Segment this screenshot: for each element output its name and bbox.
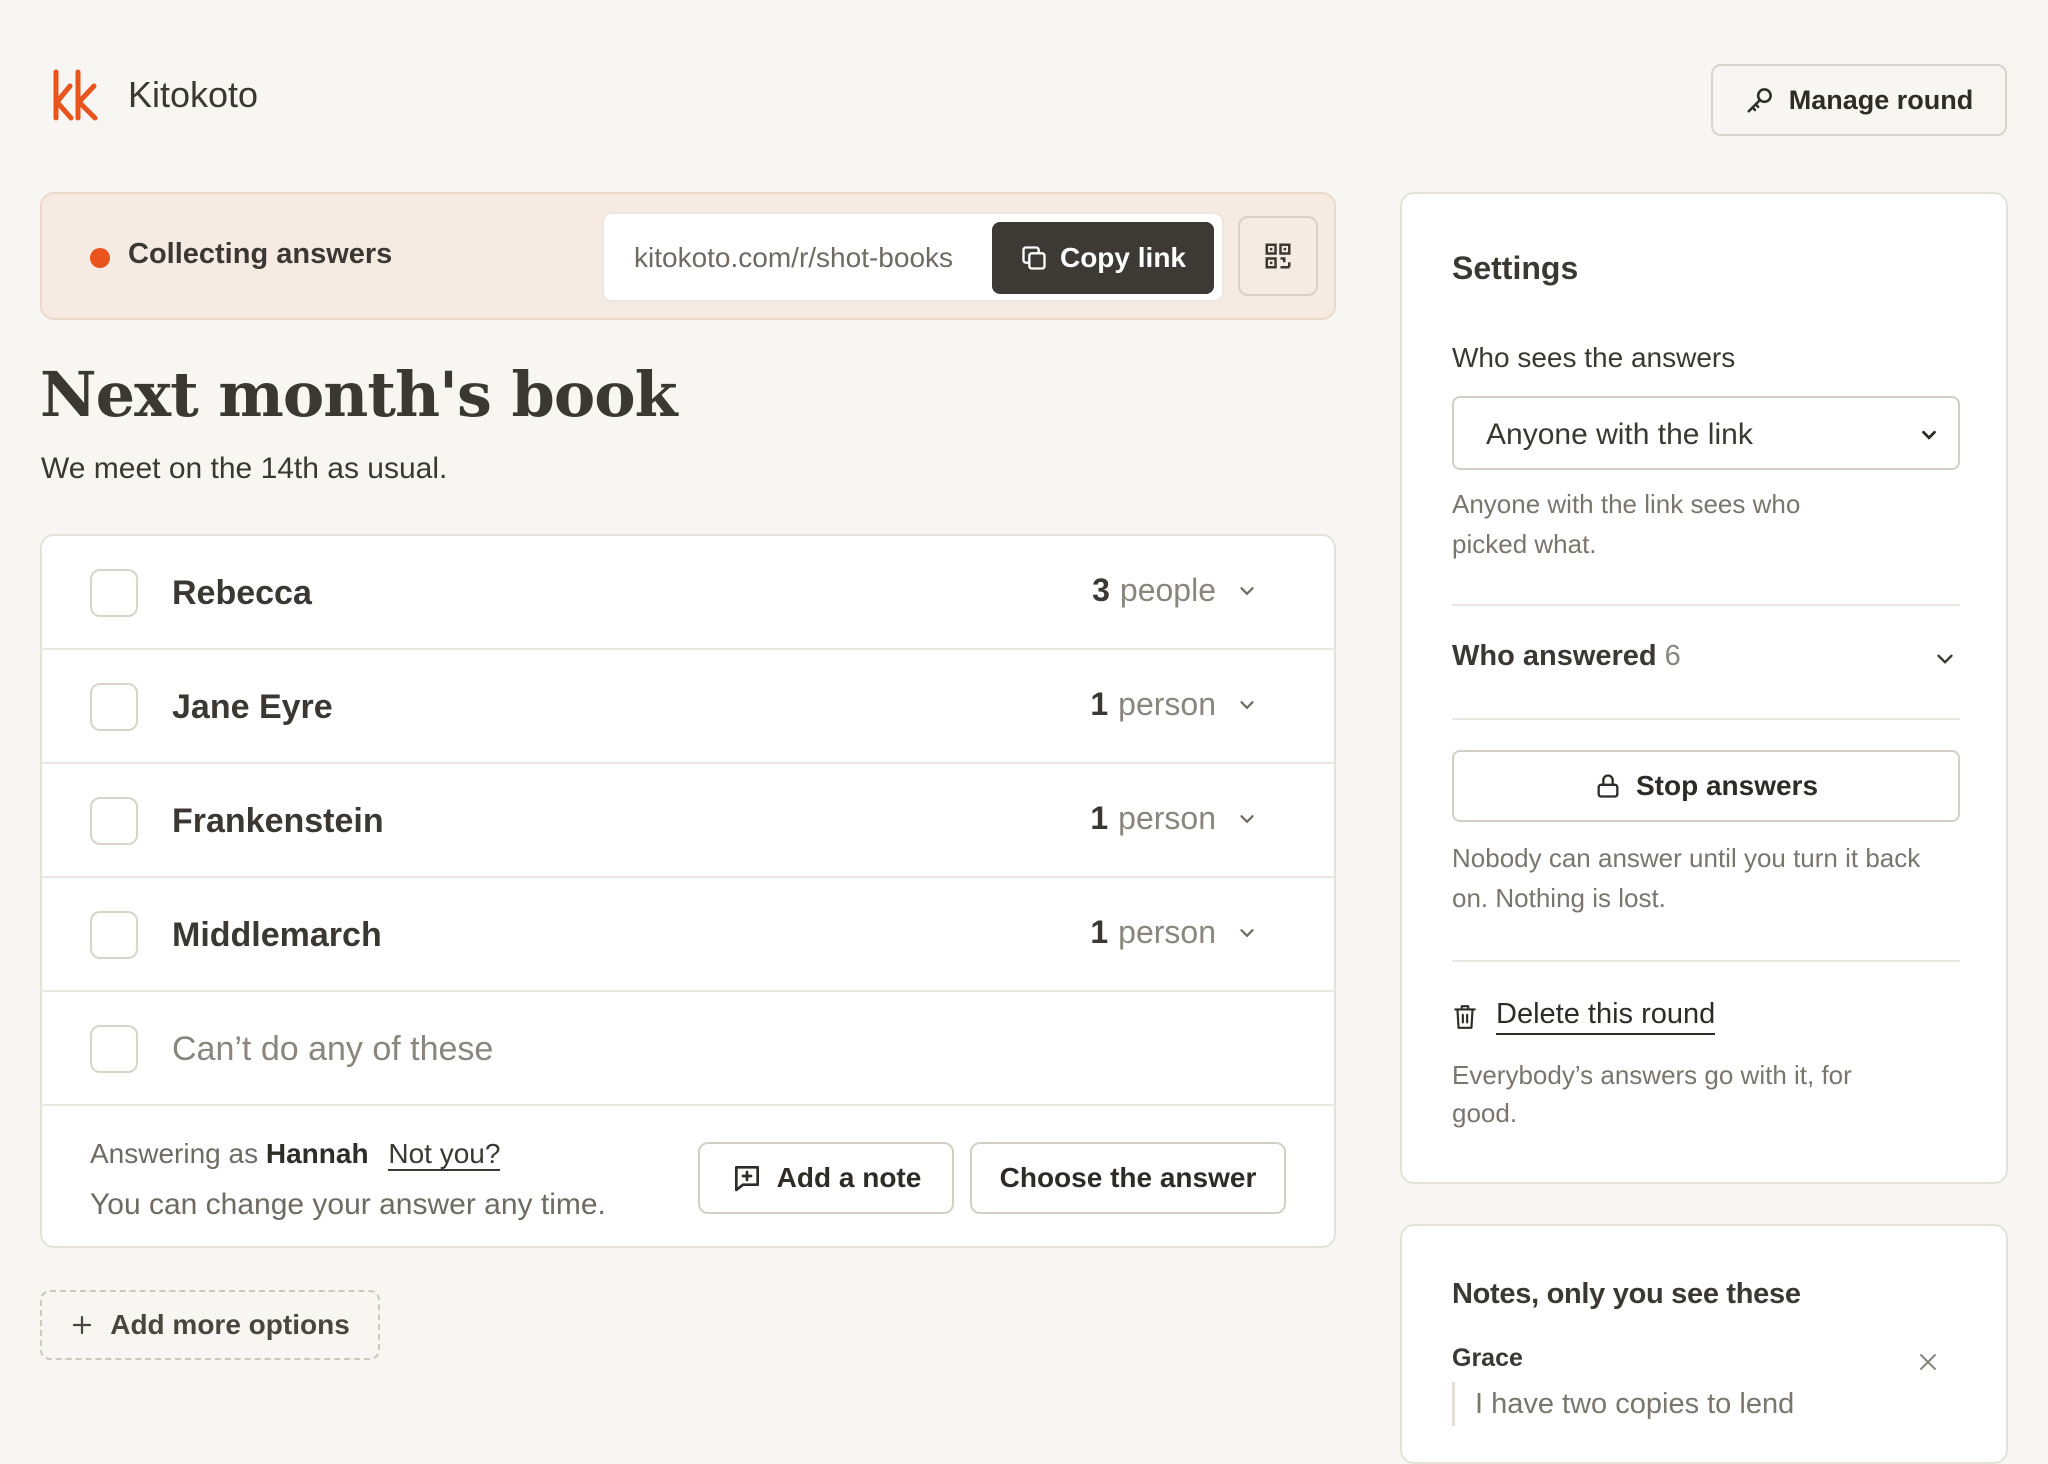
option-row-jane-eyre[interactable]: Jane Eyre 1 person bbox=[42, 650, 1334, 764]
answer-footer: Answering as Hannah Not you? You can cha… bbox=[42, 1108, 1334, 1246]
visibility-selected-value: Anyone with the link bbox=[1486, 418, 1753, 451]
chevron-down-icon bbox=[1240, 928, 1254, 937]
votes-count-unit: person bbox=[1118, 914, 1216, 950]
choose-answer-button[interactable]: Choose the answer bbox=[970, 1142, 1286, 1214]
collection-status-bar: Collecting answers kitokoto.com/r/shot-b… bbox=[40, 192, 1336, 320]
answering-as-text: Answering as Hannah Not you? bbox=[90, 1138, 501, 1171]
stop-answers-help: Nobody can answer until you turn it back… bbox=[1452, 843, 1921, 913]
who-answered-count: 6 bbox=[1664, 640, 1681, 672]
note-text: I have two copies to lend bbox=[1452, 1382, 1794, 1426]
answering-user: Hannah bbox=[265, 1138, 369, 1169]
qr-code-button[interactable] bbox=[1238, 216, 1318, 296]
chevron-down-icon[interactable] bbox=[1932, 646, 1958, 672]
change-answer-note: You can change your answer any time. bbox=[90, 1188, 606, 1221]
copy-link-button[interactable]: Copy link bbox=[992, 222, 1214, 294]
status-label: Collecting answers bbox=[128, 238, 393, 270]
votes-count-number: 1 bbox=[1090, 914, 1109, 950]
qr-code-icon bbox=[1265, 243, 1291, 269]
visibility-label: Who sees the answers bbox=[1452, 342, 1736, 373]
settings-title: Settings bbox=[1452, 250, 1579, 286]
message-plus-icon bbox=[734, 1166, 759, 1192]
key-icon bbox=[1747, 88, 1772, 113]
option-checkbox[interactable] bbox=[90, 1025, 138, 1073]
add-note-label: Add a note bbox=[776, 1162, 922, 1193]
votes-count-toggle[interactable]: 3 people bbox=[1092, 572, 1258, 609]
manage-round-button[interactable]: Manage round bbox=[1711, 64, 2007, 136]
who-answered-toggle[interactable]: Who answered 6 bbox=[1452, 640, 1681, 673]
option-row-rebecca[interactable]: Rebecca 3 people bbox=[42, 536, 1334, 650]
close-icon[interactable] bbox=[1916, 1350, 1940, 1374]
option-label: Can’t do any of these bbox=[172, 1030, 494, 1068]
notes-title: Notes, only you see these bbox=[1452, 1278, 1801, 1310]
lock-icon bbox=[1597, 774, 1619, 798]
option-checkbox[interactable] bbox=[90, 797, 138, 845]
option-row-frankenstein[interactable]: Frankenstein 1 person bbox=[42, 764, 1334, 878]
settings-panel: Settings Who sees the answers Anyone wit… bbox=[1400, 192, 2008, 1184]
option-row-middlemarch[interactable]: Middlemarch 1 person bbox=[42, 878, 1334, 992]
who-answered-label: Who answered bbox=[1452, 640, 1657, 672]
option-label: Middlemarch bbox=[172, 916, 382, 954]
plus-icon bbox=[73, 1315, 92, 1335]
brand-name: Kitokoto bbox=[128, 74, 259, 115]
share-link-field[interactable]: kitokoto.com/r/shot-books Copy link bbox=[602, 212, 1224, 302]
not-you-link[interactable]: Not you? bbox=[388, 1138, 501, 1171]
app-header: Kitokoto Manage round bbox=[0, 0, 2048, 180]
option-row-none[interactable]: Can’t do any of these bbox=[42, 992, 1334, 1106]
votes-count-unit: people bbox=[1119, 572, 1216, 608]
option-label: Jane Eyre bbox=[172, 688, 333, 726]
chevron-down-icon bbox=[1922, 430, 1936, 440]
add-note-button[interactable]: Add a note bbox=[698, 1142, 954, 1214]
option-label: Frankenstein bbox=[172, 802, 384, 840]
page-title: Next month's book bbox=[40, 358, 678, 431]
divider bbox=[1452, 718, 1960, 720]
votes-count-unit: person bbox=[1118, 800, 1216, 836]
votes-count-number: 1 bbox=[1090, 800, 1109, 836]
visibility-select[interactable]: Anyone with the link bbox=[1452, 396, 1960, 470]
note-author: Grace bbox=[1452, 1344, 1523, 1372]
option-checkbox[interactable] bbox=[90, 683, 138, 731]
chevron-down-icon bbox=[1240, 586, 1254, 595]
votes-count-toggle[interactable]: 1 person bbox=[1090, 800, 1258, 837]
visibility-help-text: Anyone with the link sees who picked wha… bbox=[1452, 489, 1801, 559]
answering-prefix: Answering as bbox=[90, 1138, 259, 1169]
stop-answers-button[interactable]: Stop answers bbox=[1452, 750, 1960, 822]
votes-count-number: 1 bbox=[1090, 686, 1109, 722]
kitokoto-logo-icon bbox=[53, 69, 98, 121]
notes-panel: Notes, only you see these Grace I have t… bbox=[1400, 1224, 2008, 1464]
delete-round-help: Everybody’s answers go with it, for good… bbox=[1452, 1060, 1852, 1128]
share-link-text[interactable]: kitokoto.com/r/shot-books bbox=[634, 242, 953, 274]
chevron-down-icon bbox=[1240, 700, 1254, 709]
option-label: Rebecca bbox=[172, 574, 312, 612]
option-checkbox[interactable] bbox=[90, 911, 138, 959]
delete-round-row[interactable]: Delete this round bbox=[1452, 998, 1716, 1035]
trash-icon bbox=[1454, 1004, 1476, 1029]
stop-answers-label: Stop answers bbox=[1635, 770, 1819, 801]
add-more-options-button[interactable]: Add more options bbox=[40, 1290, 380, 1360]
chevron-down-icon bbox=[1240, 814, 1254, 823]
copy-icon bbox=[1022, 246, 1046, 270]
page-subtitle: We meet on the 14th as usual. bbox=[41, 452, 448, 485]
votes-count-toggle[interactable]: 1 person bbox=[1090, 686, 1258, 723]
divider bbox=[1452, 960, 1960, 962]
votes-count-unit: person bbox=[1118, 686, 1216, 722]
votes-count-toggle[interactable]: 1 person bbox=[1090, 914, 1258, 951]
delete-round-link[interactable]: Delete this round bbox=[1496, 998, 1716, 1035]
options-list: Rebecca 3 people Jane Eyre 1 person Fran… bbox=[40, 534, 1336, 1248]
status-indicator-dot bbox=[90, 248, 110, 268]
option-checkbox[interactable] bbox=[90, 569, 138, 617]
add-more-options-label: Add more options bbox=[110, 1309, 350, 1340]
divider bbox=[1452, 604, 1960, 606]
copy-link-label: Copy link bbox=[1059, 242, 1186, 273]
votes-count-number: 3 bbox=[1092, 572, 1110, 608]
manage-round-label: Manage round bbox=[1788, 84, 1974, 115]
